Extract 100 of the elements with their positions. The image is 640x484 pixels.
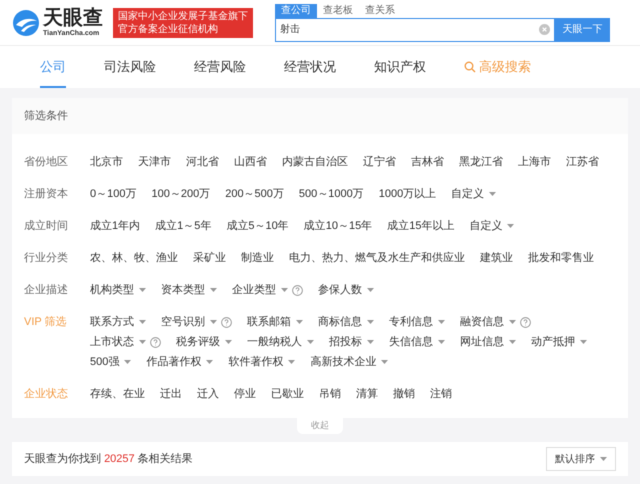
filter-option[interactable]: 山西省 — [234, 152, 267, 172]
filter-option[interactable]: 网址信息 — [460, 332, 516, 352]
filter-label: 行业分类 — [24, 251, 69, 266]
filter-option[interactable]: 0～100万 — [90, 184, 136, 204]
filter-option[interactable]: 200～500万 — [225, 184, 284, 204]
filter-option[interactable]: 撤销 — [393, 384, 415, 404]
caret-icon — [489, 192, 496, 196]
caret-icon — [225, 340, 232, 344]
filter-option[interactable]: 辽宁省 — [363, 152, 396, 172]
caret-icon — [367, 320, 374, 324]
caret-icon — [139, 340, 146, 344]
caret-icon — [381, 360, 388, 364]
caret-icon — [139, 288, 146, 292]
filter-option[interactable]: 上市状态 — [90, 332, 161, 352]
caret-icon — [367, 340, 374, 344]
filter-option[interactable]: 联系邮箱 — [247, 312, 303, 332]
filter-option[interactable]: 空号识别 — [161, 312, 232, 332]
filter-option[interactable]: 北京市 — [90, 152, 123, 172]
clear-icon[interactable] — [539, 24, 550, 35]
filter-label: 企业状态 — [24, 386, 69, 402]
caret-icon — [139, 320, 146, 324]
search-tab[interactable]: 查关系 — [359, 4, 401, 18]
caret-icon — [296, 320, 303, 324]
sort-dropdown[interactable]: 默认排序 — [546, 447, 616, 471]
filter-option[interactable]: 天津市 — [138, 152, 171, 172]
help-icon — [150, 336, 161, 348]
caret-icon — [124, 360, 132, 364]
filter-option[interactable]: 自定义 — [451, 184, 496, 204]
caret-icon — [509, 340, 516, 344]
filter-option[interactable]: 成立5～10年 — [226, 216, 289, 236]
filter-option[interactable]: 资本类型 — [161, 280, 217, 300]
filter-label: 省份地区 — [24, 155, 69, 170]
filter-option[interactable]: 作品著作权 — [146, 352, 214, 372]
filter-option[interactable]: 电力、热力、燃气及水生产和供应业 — [289, 248, 465, 268]
filter-option[interactable]: 500～1000万 — [298, 184, 364, 204]
caret-icon — [288, 360, 296, 364]
caret-icon — [507, 224, 514, 228]
caret-icon — [600, 457, 607, 461]
filter-option[interactable]: 自定义 — [469, 216, 514, 236]
filter-option[interactable]: 成立1年内 — [90, 216, 140, 236]
filter-option[interactable]: 税务评级 — [176, 332, 232, 352]
help-icon — [221, 316, 232, 328]
filter-option[interactable]: 成立15年以上 — [387, 216, 454, 236]
filter-option[interactable]: 内蒙古自治区 — [282, 152, 348, 172]
filter-label: 企业描述 — [24, 283, 69, 298]
filter-option[interactable]: 建筑业 — [480, 248, 513, 268]
logo-name: 天眼查 — [43, 8, 103, 28]
filter-option[interactable]: 失信信息 — [389, 332, 445, 352]
filter-option[interactable]: 一般纳税人 — [247, 332, 314, 352]
filter-option[interactable]: 招投标 — [329, 332, 374, 352]
filter-option[interactable]: 河北省 — [186, 152, 219, 172]
filter-option[interactable]: 批发和零售业 — [528, 248, 594, 268]
filter-option[interactable]: 机构类型 — [90, 280, 146, 300]
nav-tab[interactable]: 经营风险 — [194, 48, 246, 88]
nav-tab[interactable]: 司法风险 — [104, 48, 156, 88]
nav-tab[interactable]: 知识产权 — [374, 48, 426, 88]
filter-option[interactable]: 迁出 — [160, 384, 182, 404]
filter-option[interactable]: 清算 — [356, 384, 378, 404]
filter-option[interactable]: 联系方式 — [90, 312, 146, 332]
caret-icon — [210, 288, 217, 292]
filter-label: 注册资本 — [24, 186, 69, 202]
caret-icon — [367, 288, 374, 292]
filter-option[interactable]: 参保人数 — [318, 280, 374, 300]
filter-option[interactable]: 1000万以上 — [378, 184, 436, 204]
filter-option[interactable]: 吊销 — [319, 384, 341, 404]
filter-option[interactable]: 高新技术企业 — [310, 352, 388, 372]
caret-icon — [509, 320, 516, 324]
filter-option[interactable]: 江苏省 — [566, 152, 599, 172]
filter-option[interactable]: 注销 — [430, 384, 452, 404]
caret-icon — [438, 320, 445, 324]
filter-option[interactable]: 成立1～5年 — [155, 216, 212, 236]
caret-icon — [281, 288, 288, 292]
results-summary: 天眼查为你找到 20257 条相关结果 — [24, 452, 193, 467]
filter-option[interactable]: 制造业 — [241, 248, 274, 268]
nav-tab[interactable]: 经营状况 — [284, 48, 336, 88]
filter-option[interactable]: 吉林省 — [411, 152, 444, 172]
filter-option[interactable]: 已歇业 — [271, 384, 304, 404]
eye-logo-icon — [12, 8, 40, 36]
filter-option[interactable]: 100～200万 — [151, 184, 210, 204]
caret-icon — [307, 340, 314, 344]
filter-label: 成立时间 — [24, 218, 69, 234]
filter-option[interactable]: 企业类型 — [232, 280, 303, 300]
filter-option[interactable]: 上海市 — [518, 152, 551, 172]
filter-option[interactable]: 融资信息 — [460, 312, 531, 332]
filter-option[interactable]: 动产抵押 — [531, 332, 587, 352]
filter-option[interactable]: 成立10～15年 — [304, 216, 372, 236]
help-icon — [292, 284, 303, 296]
filter-option[interactable]: 农、林、牧、渔业 — [90, 248, 178, 268]
filter-option[interactable]: 采矿业 — [193, 248, 226, 268]
caret-icon — [210, 320, 217, 324]
search-field[interactable]: 射击 — [275, 18, 555, 42]
filter-option[interactable]: 迁入 — [197, 384, 219, 404]
filter-option[interactable]: 停业 — [234, 384, 256, 404]
filter-option[interactable]: 软件著作权 — [228, 352, 296, 372]
filter-option[interactable]: 商标信息 — [318, 312, 374, 332]
search-tab[interactable]: 查老板 — [317, 4, 359, 18]
filter-option[interactable]: 专利信息 — [389, 312, 445, 332]
filter-option[interactable]: 存续、在业 — [90, 384, 145, 404]
filter-option[interactable]: 500强 — [90, 352, 132, 372]
filter-option[interactable]: 黑龙江省 — [459, 152, 503, 172]
